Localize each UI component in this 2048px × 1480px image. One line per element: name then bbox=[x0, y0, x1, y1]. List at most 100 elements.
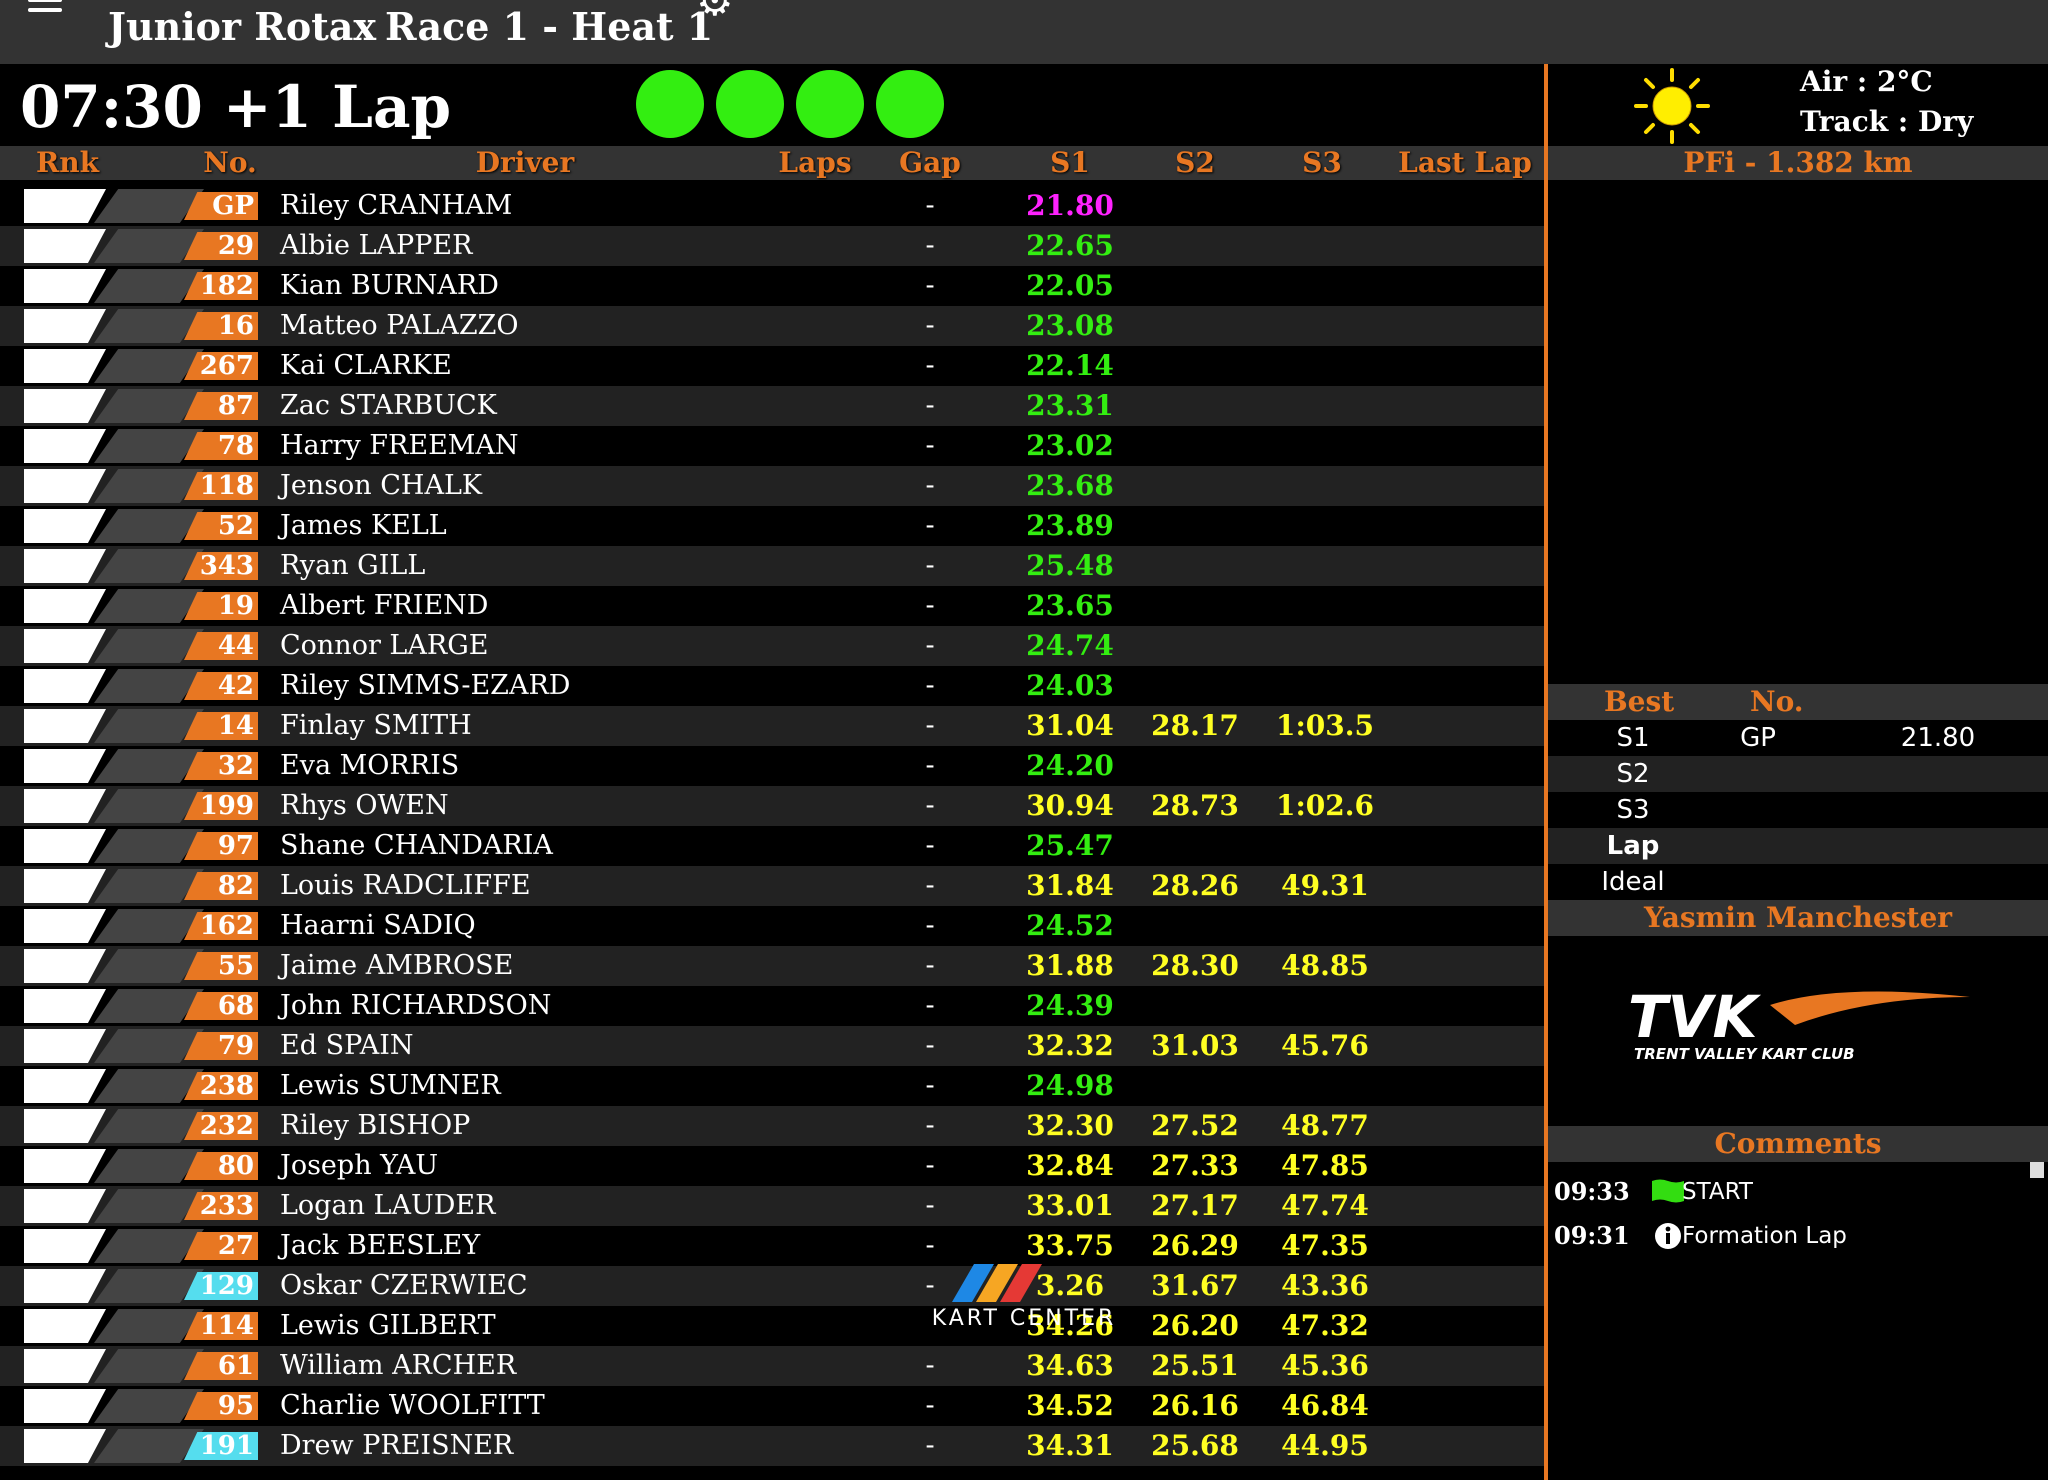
table-row[interactable]: 97 Shane CHANDARIA -25.47 bbox=[0, 826, 1544, 866]
start-light bbox=[716, 70, 784, 138]
s3-cell: 48.85 bbox=[1281, 949, 1369, 982]
s1-cell: 33.01 bbox=[1026, 1189, 1114, 1222]
s1-cell: 24.74 bbox=[1026, 629, 1114, 662]
driver-name-cell: Rhys OWEN bbox=[280, 790, 449, 821]
table-row[interactable]: 82 Louis RADCLIFFE -31.84 28.26 49.31 bbox=[0, 866, 1544, 906]
position-marker bbox=[24, 1149, 204, 1183]
position-marker bbox=[24, 789, 204, 823]
best-col-label: Best bbox=[1604, 685, 1675, 718]
gap-cell: - bbox=[925, 270, 935, 301]
driver-name-cell: John RICHARDSON bbox=[280, 990, 552, 1021]
s3-cell: 43.36 bbox=[1281, 1269, 1369, 1302]
table-row[interactable]: 52 James KELL -23.89 bbox=[0, 506, 1544, 546]
table-row[interactable]: 129 Oskar CZERWIEC -3.26 31.67 43.36 bbox=[0, 1266, 1544, 1306]
s1-cell: 25.47 bbox=[1026, 829, 1114, 862]
driver-name-cell: Harry FREEMAN bbox=[280, 430, 519, 461]
table-row[interactable]: 61 William ARCHER -34.63 25.51 45.36 bbox=[0, 1346, 1544, 1386]
s2-cell: 27.52 bbox=[1151, 1109, 1239, 1142]
table-row[interactable]: 78 Harry FREEMAN -23.02 bbox=[0, 426, 1544, 466]
col-no[interactable]: No. bbox=[190, 146, 270, 180]
table-row[interactable]: 343 Ryan GILL -25.48 bbox=[0, 546, 1544, 586]
sun-icon bbox=[1634, 68, 1710, 144]
s1-cell: 23.65 bbox=[1026, 589, 1114, 622]
menu-icon[interactable] bbox=[28, 0, 62, 18]
best-row: Lap bbox=[1548, 828, 2048, 864]
s3-cell: 48.77 bbox=[1281, 1109, 1369, 1142]
table-row[interactable]: 182 Kian BURNARD -22.05 bbox=[0, 266, 1544, 306]
gap-cell: - bbox=[925, 190, 935, 221]
position-marker bbox=[24, 1389, 204, 1423]
driver-name-cell: Lewis GILBERT bbox=[280, 1310, 496, 1341]
table-row[interactable]: 44 Connor LARGE -24.74 bbox=[0, 626, 1544, 666]
table-row[interactable]: 118 Jenson CHALK -23.68 bbox=[0, 466, 1544, 506]
s2-cell: 27.17 bbox=[1151, 1189, 1239, 1222]
table-row[interactable]: 199 Rhys OWEN -30.94 28.73 1:02.6 bbox=[0, 786, 1544, 826]
table-row[interactable]: 80 Joseph YAU -32.84 27.33 47.85 bbox=[0, 1146, 1544, 1186]
start-light bbox=[636, 70, 704, 138]
s1-cell: 31.88 bbox=[1026, 949, 1114, 982]
s1-cell: 32.30 bbox=[1026, 1109, 1114, 1142]
position-marker bbox=[24, 509, 204, 543]
position-marker bbox=[24, 1429, 204, 1463]
position-marker bbox=[24, 389, 204, 423]
table-row[interactable]: 238 Lewis SUMNER -24.98 bbox=[0, 1066, 1544, 1106]
col-rnk[interactable]: Rnk bbox=[20, 146, 115, 180]
table-row[interactable]: 162 Haarni SADIQ -24.52 bbox=[0, 906, 1544, 946]
scroll-up-button[interactable] bbox=[2030, 1162, 2044, 1178]
svg-text:TVK: TVK bbox=[1628, 985, 1761, 1051]
gap-cell: - bbox=[925, 310, 935, 341]
gap-cell: - bbox=[925, 510, 935, 541]
table-row[interactable]: 14 Finlay SMITH -31.04 28.17 1:03.5 bbox=[0, 706, 1544, 746]
col-driver[interactable]: Driver bbox=[440, 146, 610, 180]
s2-cell: 26.16 bbox=[1151, 1389, 1239, 1422]
table-row[interactable]: 32 Eva MORRIS -24.20 bbox=[0, 746, 1544, 786]
comment-text: Formation Lap bbox=[1682, 1223, 1847, 1249]
gap-cell: - bbox=[925, 630, 935, 661]
col-last-lap[interactable]: Last Lap bbox=[1390, 146, 1540, 180]
col-laps[interactable]: Laps bbox=[765, 146, 865, 180]
table-row[interactable]: 42 Riley SIMMS-EZARD -24.03 bbox=[0, 666, 1544, 706]
table-row[interactable]: 16 Matteo PALAZZO -23.08 bbox=[0, 306, 1544, 346]
table-row[interactable]: 191 Drew PREISNER -34.31 25.68 44.95 bbox=[0, 1426, 1544, 1466]
best-label: Lap bbox=[1606, 831, 1660, 861]
position-marker bbox=[24, 709, 204, 743]
circuit-name: PFi - 1.382 km bbox=[1548, 146, 2048, 180]
table-row[interactable]: 233 Logan LAUDER -33.01 27.17 47.74 bbox=[0, 1186, 1544, 1226]
position-marker bbox=[24, 429, 204, 463]
driver-name-cell: Ryan GILL bbox=[280, 550, 426, 581]
table-row[interactable]: 27 Jack BEESLEY -33.75 26.29 47.35 bbox=[0, 1226, 1544, 1266]
table-row[interactable]: 55 Jaime AMBROSE -31.88 28.30 48.85 bbox=[0, 946, 1544, 986]
gear-icon[interactable]: ⚙ bbox=[696, 0, 734, 22]
table-row[interactable]: 267 Kai CLARKE -22.14 bbox=[0, 346, 1544, 386]
s1-cell: 31.84 bbox=[1026, 869, 1114, 902]
col-s3[interactable]: S3 bbox=[1272, 146, 1372, 180]
best-col-no: No. bbox=[1750, 685, 1804, 718]
gap-cell: - bbox=[925, 1190, 935, 1221]
s2-cell: 27.33 bbox=[1151, 1149, 1239, 1182]
table-row[interactable]: 95 Charlie WOOLFITT -34.52 26.16 46.84 bbox=[0, 1386, 1544, 1426]
s1-cell: 24.98 bbox=[1026, 1069, 1114, 1102]
table-row[interactable]: 232 Riley BISHOP -32.30 27.52 48.77 bbox=[0, 1106, 1544, 1146]
col-gap[interactable]: Gap bbox=[880, 146, 980, 180]
table-row[interactable]: GP Riley CRANHAM -21.80 bbox=[0, 186, 1544, 226]
best-header: Best No. bbox=[1548, 684, 2048, 720]
s1-cell: 22.65 bbox=[1026, 229, 1114, 262]
table-row[interactable]: 87 Zac STARBUCK -23.31 bbox=[0, 386, 1544, 426]
table-row[interactable]: 19 Albert FRIEND -23.65 bbox=[0, 586, 1544, 626]
table-row[interactable]: 79 Ed SPAIN -32.32 31.03 45.76 bbox=[0, 1026, 1544, 1066]
s3-cell: 47.74 bbox=[1281, 1189, 1369, 1222]
col-s1[interactable]: S1 bbox=[1020, 146, 1120, 180]
position-marker bbox=[24, 309, 204, 343]
table-row[interactable]: 68 John RICHARDSON -24.39 bbox=[0, 986, 1544, 1026]
table-row[interactable]: 114 Lewis GILBERT 34.26 26.20 47.32 bbox=[0, 1306, 1544, 1346]
s3-cell: 49.31 bbox=[1281, 869, 1369, 902]
table-row[interactable]: 29 Albie LAPPER -22.65 bbox=[0, 226, 1544, 266]
s2-cell: 28.26 bbox=[1151, 869, 1239, 902]
gap-cell: - bbox=[925, 670, 935, 701]
position-marker bbox=[24, 549, 204, 583]
s1-cell: 23.89 bbox=[1026, 509, 1114, 542]
position-marker bbox=[24, 829, 204, 863]
s1-cell: 23.68 bbox=[1026, 469, 1114, 502]
col-s2[interactable]: S2 bbox=[1145, 146, 1245, 180]
comment-text: START bbox=[1682, 1179, 1753, 1205]
